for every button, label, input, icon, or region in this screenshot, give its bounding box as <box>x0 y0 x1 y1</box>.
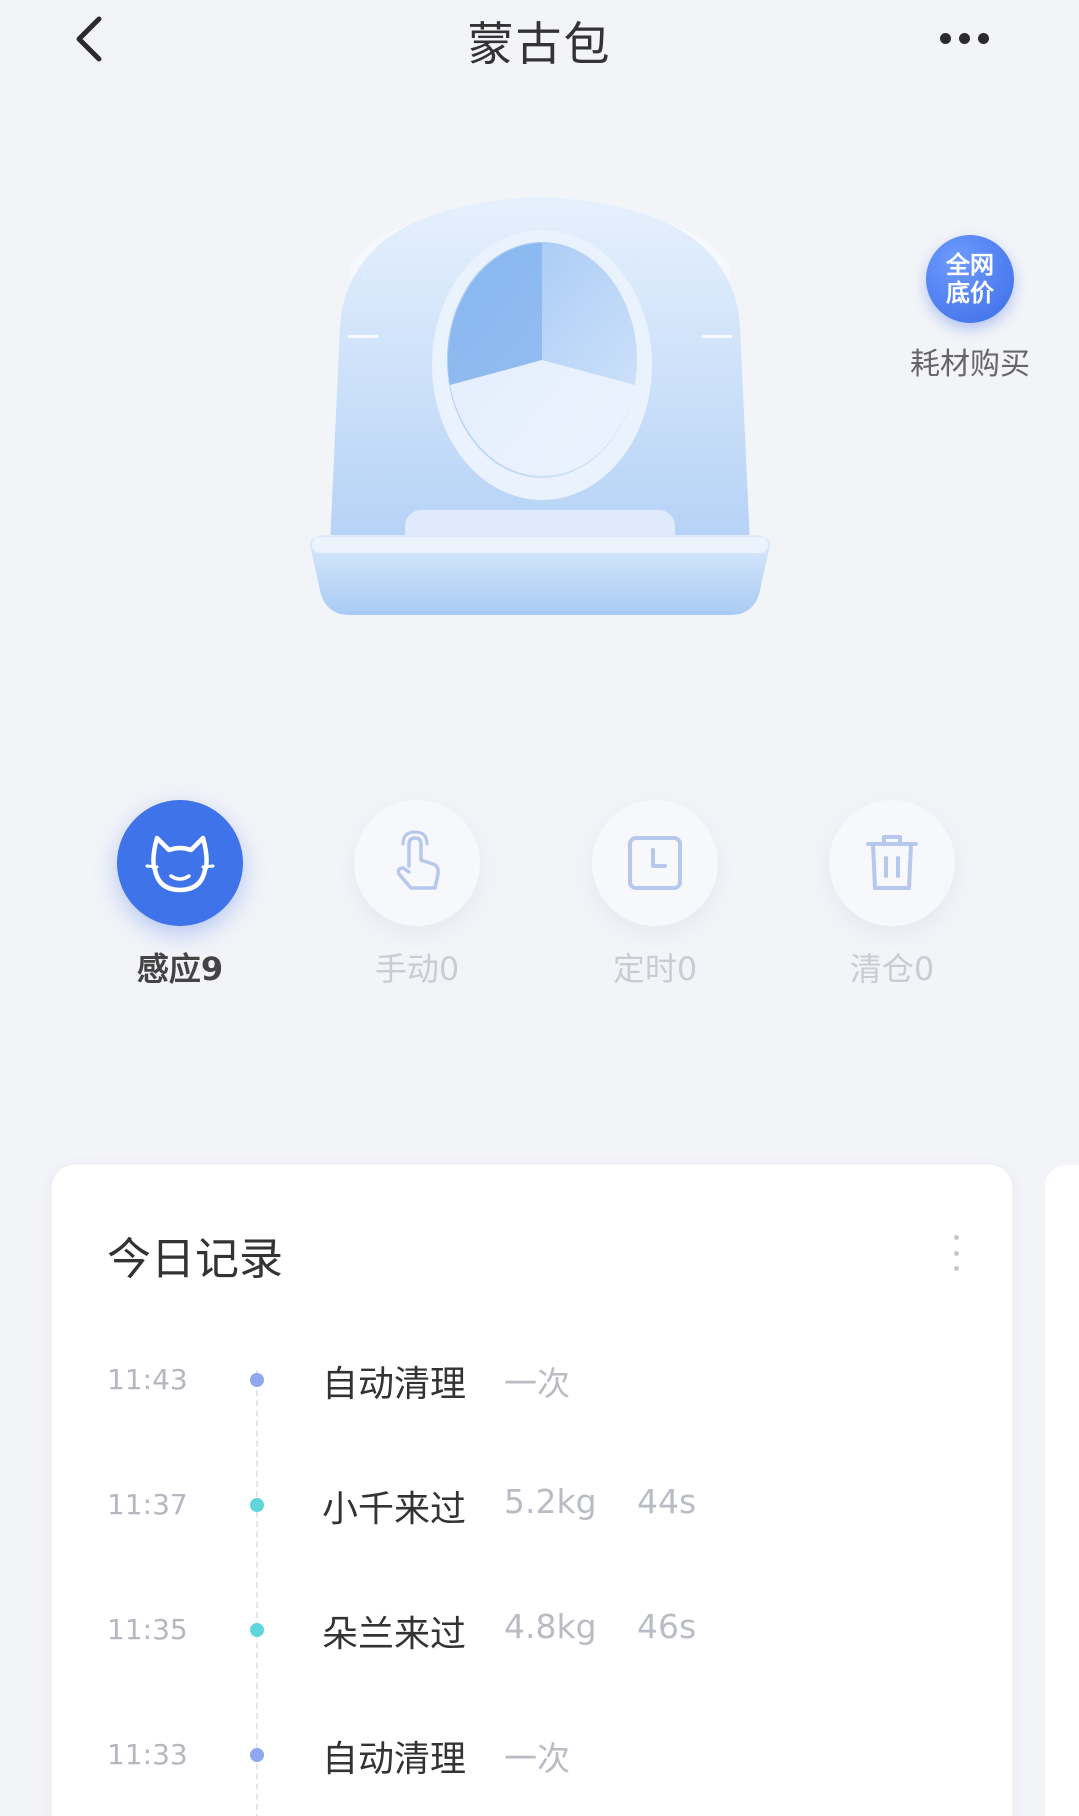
trash-bin-icon <box>866 835 918 890</box>
clock-icon <box>628 836 682 890</box>
consumables-purchase-button[interactable]: 全网 底价 耗材购买 <box>895 235 1045 383</box>
record-time: 11:37 <box>107 1488 188 1521</box>
record-row[interactable]: 11:37 小千来过 5.2kg 44s <box>52 1474 1012 1534</box>
badge-line-1: 全网 <box>946 251 994 279</box>
mode-scheduled-count: 0 <box>676 950 698 988</box>
record-time: 11:35 <box>107 1613 188 1646</box>
mode-scheduled-circle <box>592 800 718 926</box>
page-title: 蒙古包 <box>467 17 612 71</box>
mode-sensor-label: 感应9 <box>90 944 270 990</box>
record-dot-icon <box>250 1748 264 1762</box>
record-event: 自动清理 <box>322 1739 467 1780</box>
record-weight: 4.8kg <box>504 1607 597 1646</box>
more-dot-icon <box>977 32 989 44</box>
record-duration: 44s <box>637 1482 697 1521</box>
record-detail: 一次 <box>504 1739 570 1778</box>
mode-sensor-count: 9 <box>200 950 224 988</box>
more-options-button[interactable] <box>929 20 999 56</box>
cat-face-icon <box>145 835 215 893</box>
record-detail: 一次 <box>504 1364 570 1403</box>
record-event: 朵兰来过 <box>322 1614 467 1655</box>
mode-empty-bin-circle <box>829 800 955 926</box>
mode-sensor-circle <box>117 800 243 926</box>
hand-tap-icon <box>396 830 440 890</box>
mode-manual-label: 手动0 <box>327 944 507 990</box>
mode-empty-bin[interactable]: 清仓0 <box>802 800 982 990</box>
next-card-peek[interactable] <box>1045 1165 1079 1816</box>
record-duration: 46s <box>637 1607 697 1646</box>
mode-scheduled-name: 定时 <box>612 950 677 988</box>
today-records-card: 今日记录 11:43 自动清理 一次 11:37 小千来过 5.2kg 44s … <box>52 1165 1012 1816</box>
mode-scheduled[interactable]: 定时0 <box>565 800 745 990</box>
mode-scheduled-label: 定时0 <box>565 944 745 990</box>
mode-empty-bin-label: 清仓0 <box>802 944 982 990</box>
mode-manual-count: 0 <box>438 950 460 988</box>
record-row[interactable]: 11:35 朵兰来过 4.8kg 46s <box>52 1599 1012 1659</box>
card-menu-button[interactable] <box>950 1235 962 1271</box>
record-dot-icon <box>250 1373 264 1387</box>
mode-empty-bin-count: 0 <box>913 950 935 988</box>
badge-line-2: 底价 <box>946 279 994 307</box>
mode-sensor[interactable]: 感应9 <box>90 800 270 990</box>
mode-manual-name: 手动 <box>374 950 439 988</box>
record-dot-icon <box>250 1498 264 1512</box>
consumables-label: 耗材购买 <box>910 347 1030 382</box>
mode-empty-bin-name: 清仓 <box>849 950 914 988</box>
menu-dot-icon <box>953 1266 959 1271</box>
mode-selector: 感应9 手动0 定时0 清仓0 <box>90 800 990 990</box>
litter-box-illustration <box>310 197 770 615</box>
mode-manual-circle <box>354 800 480 926</box>
more-dot-icon <box>939 32 951 44</box>
mode-sensor-name: 感应 <box>136 950 201 988</box>
mode-manual[interactable]: 手动0 <box>327 800 507 990</box>
record-time: 11:43 <box>107 1363 188 1396</box>
record-dot-icon <box>250 1623 264 1637</box>
record-time: 11:33 <box>107 1738 188 1771</box>
menu-dot-icon <box>953 1235 959 1240</box>
record-row[interactable]: 11:33 自动清理 一次 <box>52 1724 1012 1784</box>
more-dot-icon <box>958 32 970 44</box>
record-weight: 5.2kg <box>504 1482 597 1521</box>
lowest-price-badge: 全网 底价 <box>926 235 1014 323</box>
record-row[interactable]: 11:43 自动清理 一次 <box>52 1349 1012 1409</box>
record-event: 小千来过 <box>322 1489 467 1530</box>
device-page: 蒙古包 全网 底价 耗材购买 感应9 手动0 定时0 清仓0 今日记录 11:4… <box>0 0 1079 1816</box>
card-title: 今日记录 <box>107 1234 283 1285</box>
menu-dot-icon <box>953 1250 959 1256</box>
record-event: 自动清理 <box>322 1364 467 1405</box>
